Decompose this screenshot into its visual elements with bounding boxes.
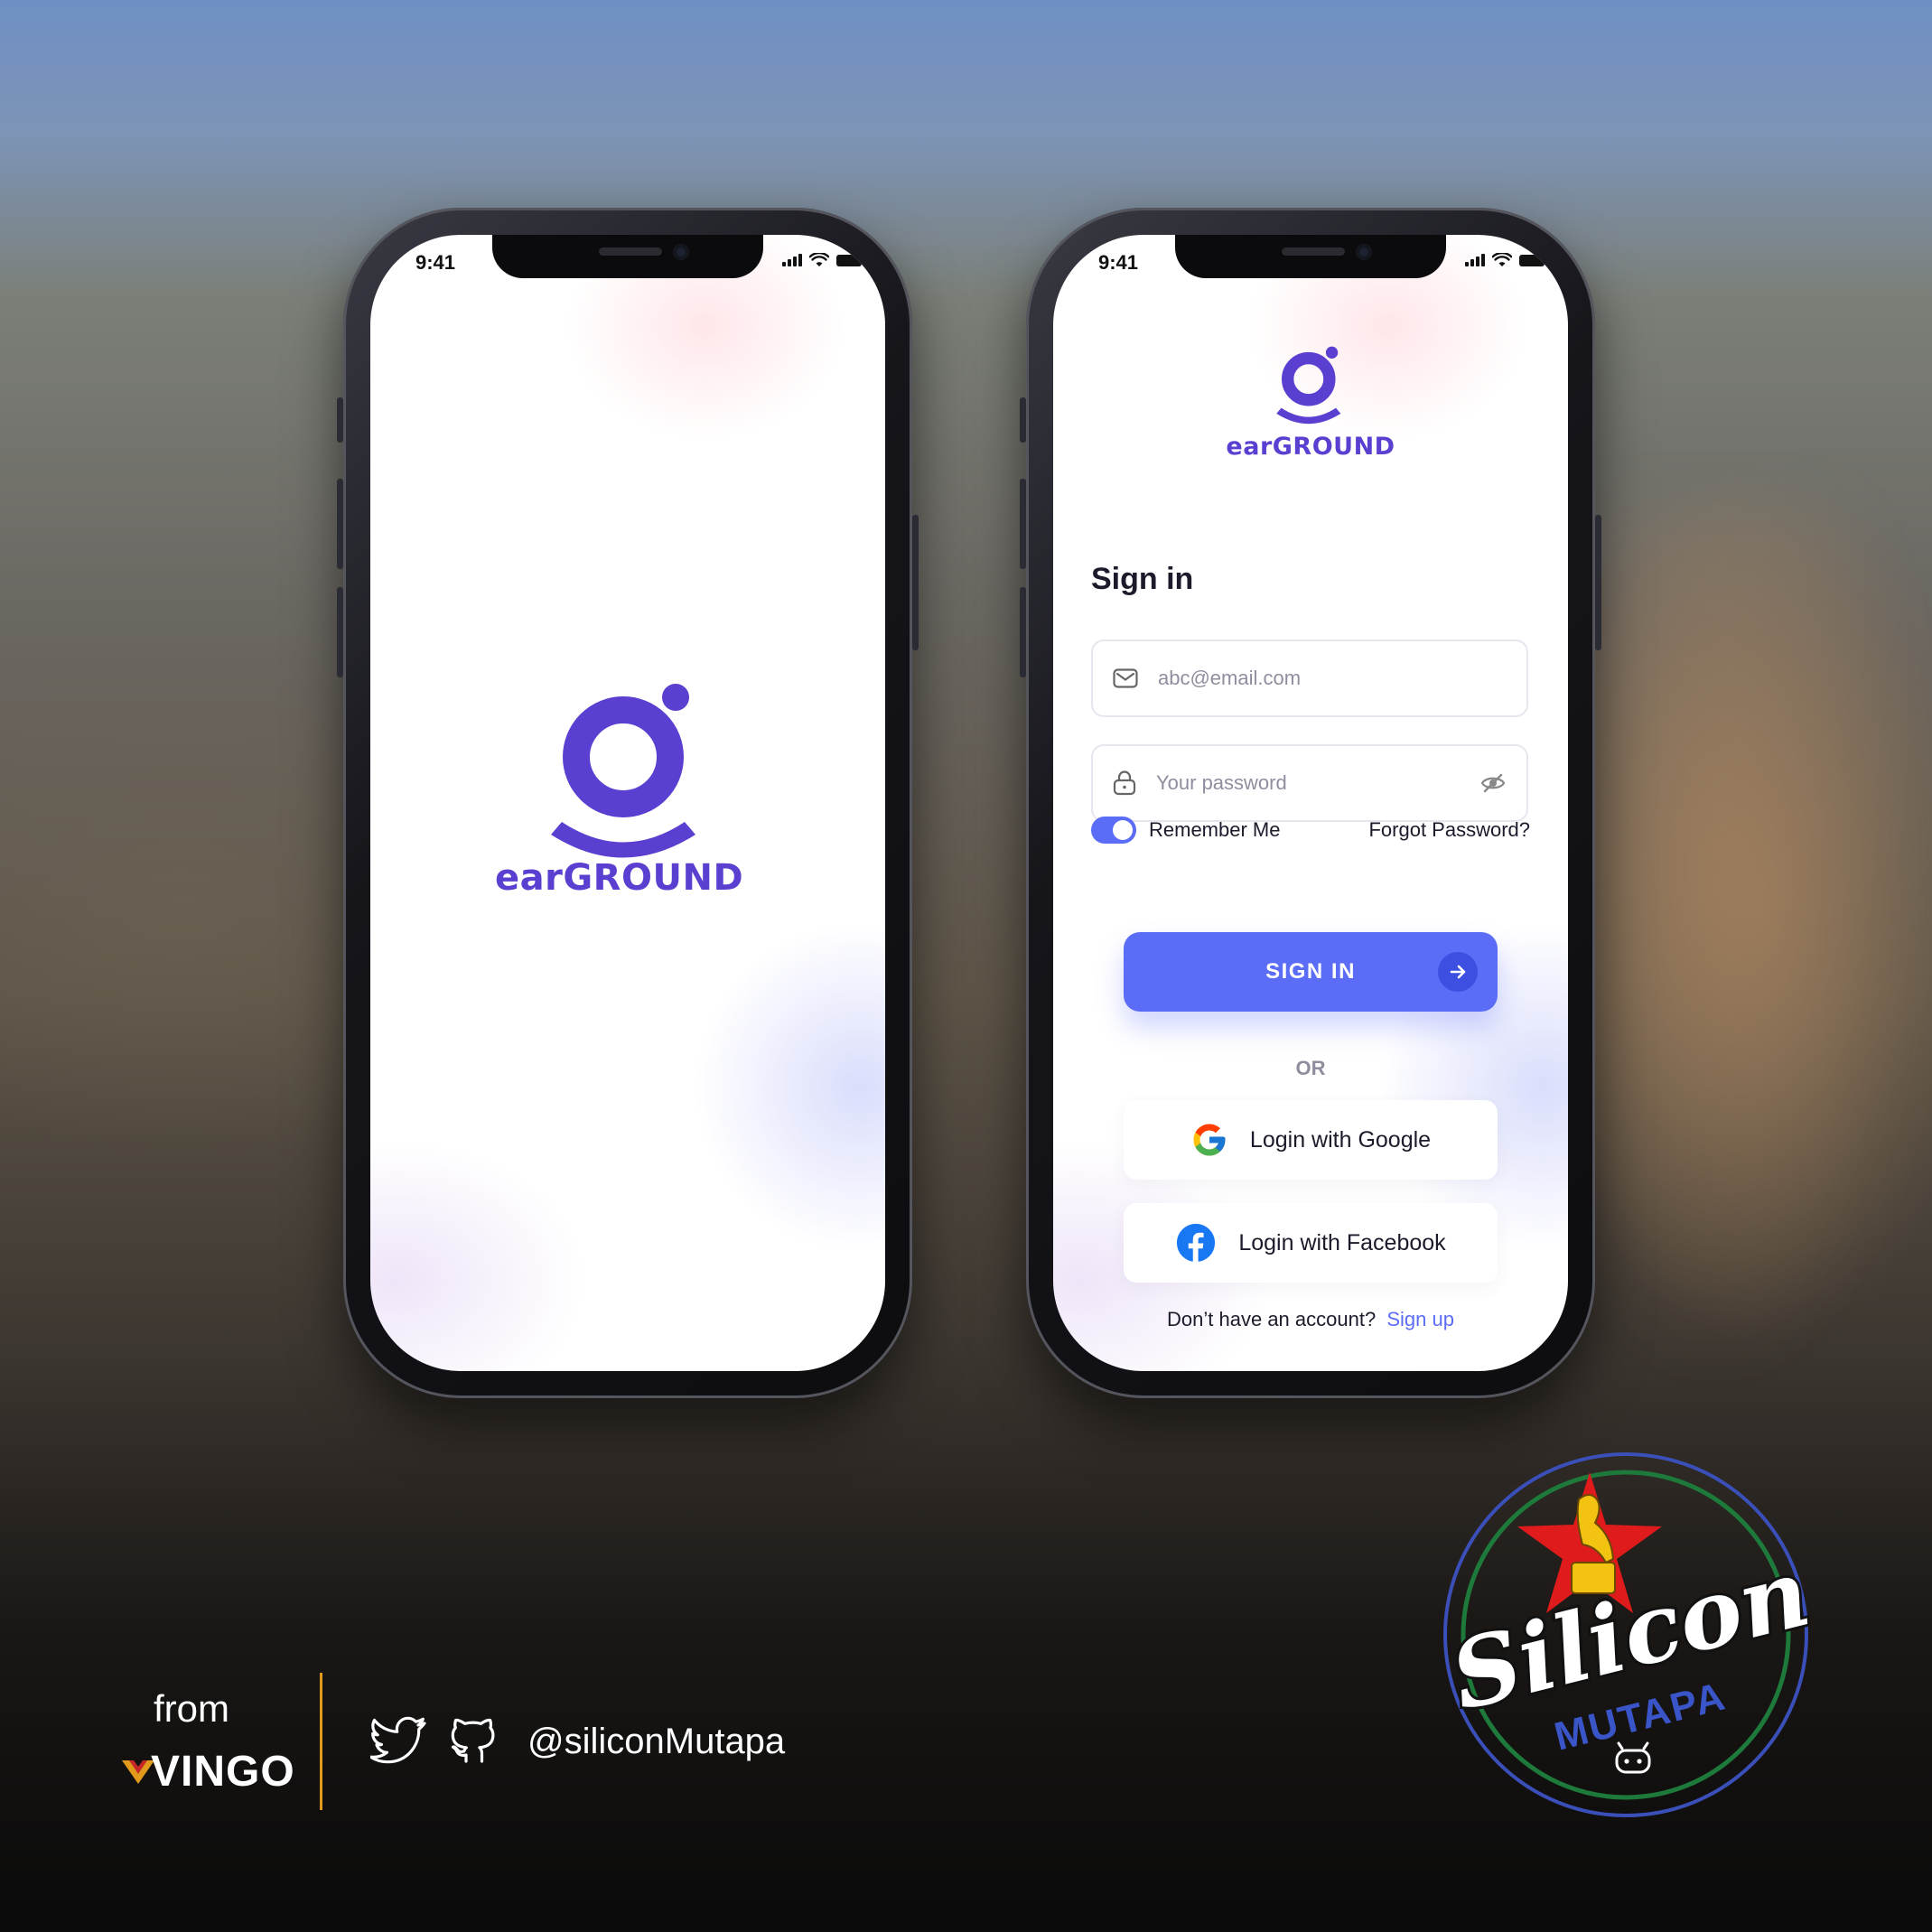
or-divider: OR [1295, 1057, 1326, 1079]
logo-mark-icon [1276, 346, 1341, 425]
phone-signin: 9:41 earGROUND Sign in Remember Me [1020, 208, 1601, 1398]
app-logo: earGROUND [495, 677, 750, 899]
footer-divider [320, 1673, 322, 1810]
volume-down-button [337, 587, 343, 677]
signin-screen: 9:41 earGROUND Sign in Remember Me [1053, 235, 1568, 1371]
status-time: 9:41 [415, 251, 456, 274]
wifi-icon [809, 253, 829, 266]
vingo-wordmark: VINGO [151, 1748, 295, 1796]
logo-mark-icon [551, 684, 695, 858]
phone-splash: 9:41 earGROUND [337, 208, 919, 1398]
logo-wordmark: earGROUND [1226, 433, 1395, 461]
app-logo: earGROUND [1053, 334, 1568, 461]
volume-down-button [1020, 587, 1026, 677]
silicon-mutapa-badge: Silicon MUTAPA [1438, 1452, 1815, 1817]
google-login-button[interactable]: Login with Google [1124, 1100, 1498, 1180]
vingo-v-icon [122, 1759, 154, 1784]
status-icons [1465, 253, 1548, 267]
battery-icon [1519, 254, 1548, 266]
page-title: Sign in [1091, 562, 1194, 596]
notch [492, 235, 763, 278]
status-icons [782, 253, 865, 267]
password-field[interactable] [1091, 744, 1528, 822]
sign-in-button[interactable]: SIGN IN [1124, 932, 1498, 1012]
email-field[interactable] [1091, 639, 1528, 717]
password-input[interactable] [1156, 771, 1479, 795]
sign-up-link[interactable]: Sign up [1386, 1308, 1454, 1330]
social-handle-group: @siliconMutapa [370, 1716, 785, 1767]
battery-icon [836, 254, 865, 266]
facebook-login-button[interactable]: Login with Facebook [1124, 1203, 1498, 1283]
volume-up-button [337, 479, 343, 569]
facebook-login-label: Login with Facebook [1238, 1229, 1446, 1255]
mail-icon [1113, 668, 1138, 688]
google-icon [1193, 1124, 1226, 1156]
power-button [912, 515, 919, 650]
remember-me-toggle[interactable] [1091, 817, 1136, 844]
splash-screen: 9:41 earGROUND [370, 235, 885, 1371]
signup-prompt: Don’t have an account? Sign up [1053, 1308, 1568, 1331]
mute-switch [1020, 397, 1026, 443]
remember-me-label: Remember Me [1149, 818, 1281, 841]
lock-icon [1113, 770, 1136, 796]
status-time: 9:41 [1098, 251, 1139, 274]
signal-icon [1465, 254, 1485, 266]
arrow-right-icon [1438, 952, 1478, 992]
no-account-text: Don’t have an account? [1167, 1308, 1377, 1330]
mute-switch [337, 397, 343, 443]
sign-in-button-label: SIGN IN [1265, 959, 1356, 984]
vingo-logo: VINGO [122, 1747, 295, 1797]
twitter-icon[interactable] [370, 1716, 428, 1767]
email-input[interactable] [1158, 667, 1507, 690]
notch [1175, 235, 1446, 278]
facebook-icon [1177, 1223, 1216, 1263]
power-button [1595, 515, 1601, 650]
github-icon[interactable] [448, 1716, 499, 1767]
google-login-label: Login with Google [1249, 1126, 1432, 1153]
from-label: from [154, 1687, 229, 1730]
signal-icon [782, 254, 802, 266]
wifi-icon [1492, 253, 1512, 266]
social-handle: @siliconMutapa [527, 1721, 786, 1761]
logo-wordmark: earGROUND [495, 857, 744, 899]
android-robot-icon [1615, 1741, 1651, 1774]
forgot-password-link[interactable]: Forgot Password? [1368, 818, 1530, 842]
volume-up-button [1020, 479, 1026, 569]
eye-off-icon[interactable] [1479, 772, 1507, 794]
